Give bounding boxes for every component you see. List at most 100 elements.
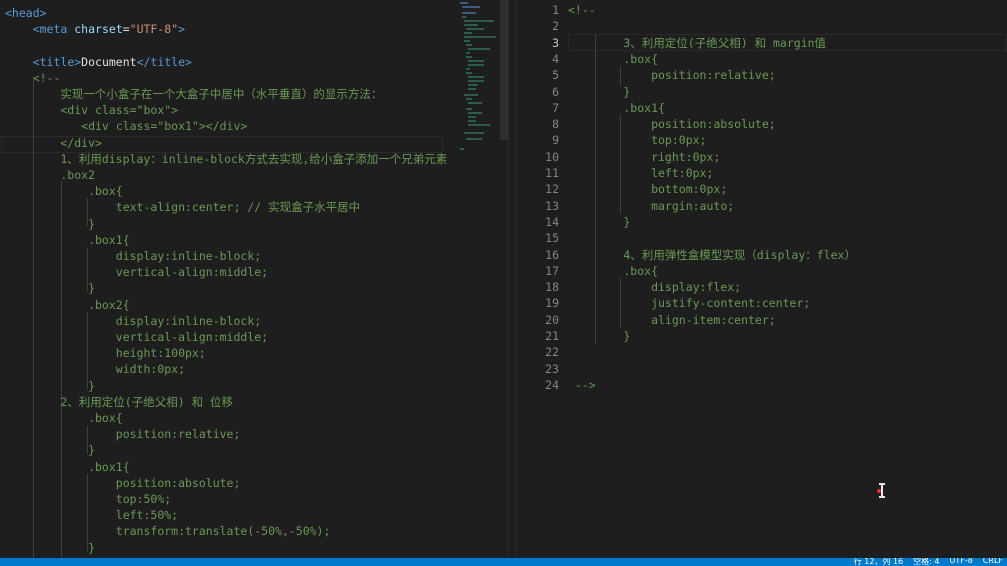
code-token: }: [5, 378, 96, 393]
code-line[interactable]: display:inline-block;: [0, 248, 508, 264]
code-line[interactable]: vertical-align:middle;: [0, 264, 508, 280]
code-token: vertical-align:middle;: [5, 330, 269, 344]
status-bar: 行 12，列 16 空格: 4 UTF-8 CRLF: [0, 558, 1007, 566]
code-text: <!--: [568, 3, 596, 17]
code-line[interactable]: .box1{: [0, 459, 508, 475]
code-line[interactable]: display:inline-block;: [0, 313, 508, 329]
left-editor-pane[interactable]: <head> <meta charset="UTF-8"> <title>Doc…: [0, 0, 508, 558]
code-token: <head>: [5, 6, 47, 20]
code-line[interactable]: margin:auto;: [517, 198, 1007, 214]
code-token: .box1{: [5, 459, 130, 474]
code-line[interactable]: <head>: [0, 5, 508, 21]
code-token: <div class="box">: [5, 103, 179, 118]
code-line[interactable]: left:50%;: [0, 507, 508, 523]
code-line[interactable]: </div>: [0, 135, 508, 151]
code-token: </title>: [136, 54, 192, 69]
code-text: height:100px;: [5, 345, 206, 361]
editor-split-divider[interactable]: [508, 0, 517, 558]
code-text: }: [5, 280, 95, 296]
code-line[interactable]: <!--: [517, 2, 1007, 18]
code-line[interactable]: }: [0, 378, 508, 394]
code-line[interactable]: width:0px;: [0, 361, 508, 377]
code-line[interactable]: [517, 18, 1007, 34]
code-line[interactable]: .box{: [0, 410, 508, 426]
code-line[interactable]: position:relative;: [0, 426, 508, 442]
code-line[interactable]: .box{: [517, 263, 1007, 279]
code-line[interactable]: 3、利用定位(子绝父相) 和 margin值: [517, 35, 1007, 51]
code-text: .box{: [568, 51, 659, 66]
code-line[interactable]: position:relative;: [517, 67, 1007, 83]
code-line[interactable]: .box1{: [517, 100, 1007, 116]
code-line[interactable]: 4、利用弹性盒模型实现（display：flex）: [517, 247, 1007, 263]
code-line[interactable]: right:0px;: [517, 149, 1007, 165]
code-token: 实现一个小盒子在一个大盒子中居中（水平垂直）的显示方法：: [5, 87, 383, 101]
scrollbar-thumb[interactable]: [500, 0, 508, 140]
code-line[interactable]: [517, 361, 1007, 377]
code-line[interactable]: }: [517, 328, 1007, 344]
code-line[interactable]: }: [0, 280, 508, 296]
code-line[interactable]: text-align:center; // 实现盒子水平居中: [0, 199, 508, 215]
status-cursor-position[interactable]: 行 12，列 16: [854, 558, 903, 566]
code-token: 1、利用display：inline-block方式去实现,给小盒子添加一个兄弟…: [5, 151, 448, 166]
code-line[interactable]: [0, 37, 508, 53]
code-line[interactable]: <!--: [0, 70, 508, 86]
code-line[interactable]: position:absolute;: [0, 475, 508, 491]
code-line[interactable]: align-item:center;: [517, 312, 1007, 328]
code-line[interactable]: }: [0, 540, 508, 556]
code-line[interactable]: }: [0, 442, 508, 458]
code-text: 4、利用弹性盒模型实现（display：flex）: [568, 247, 856, 262]
code-token: position:relative;: [5, 427, 241, 442]
status-indentation[interactable]: 空格: 4: [913, 558, 939, 566]
code-line[interactable]: display:flex;: [517, 279, 1007, 295]
code-line[interactable]: 2、利用定位(子绝父相) 和 位移: [0, 394, 508, 410]
code-text: vertical-align:middle;: [5, 329, 268, 345]
code-line[interactable]: [517, 230, 1007, 246]
code-line[interactable]: <div class="box">: [0, 102, 508, 118]
code-token: text-align:center; // 实现盒子水平居中: [5, 200, 361, 215]
code-line[interactable]: vertical-align:middle;: [0, 329, 508, 345]
code-token: }: [5, 216, 96, 231]
code-line[interactable]: .box{: [0, 183, 508, 199]
right-editor-pane[interactable]: 1 <!-- 2 3 3、利用定位(子绝父相) 和 margin值 4 .box{5 p…: [517, 0, 1007, 558]
code-text: -->: [568, 377, 596, 392]
code-token: position:absolute;: [5, 475, 241, 490]
code-line[interactable]: top:50%;: [0, 491, 508, 507]
code-line[interactable]: top:0px;: [517, 132, 1007, 148]
code-line[interactable]: left:0px;: [517, 165, 1007, 181]
code-line[interactable]: <meta charset="UTF-8">: [0, 21, 508, 37]
code-token: </div>: [5, 135, 102, 150]
code-token: 2、利用定位(子绝父相) 和 位移: [5, 394, 234, 409]
code-token: "UTF-8": [129, 22, 179, 37]
code-line[interactable]: bottom:0px;: [517, 181, 1007, 197]
code-text: transform:translate(-50%,-50%);: [5, 523, 331, 539]
status-line-ending[interactable]: CRLF: [983, 558, 1003, 566]
vertical-scrollbar[interactable]: [500, 0, 508, 558]
code-line[interactable]: <div class="box1"></div>: [0, 118, 508, 134]
code-line[interactable]: .box{: [517, 51, 1007, 67]
code-token: .box1{: [5, 232, 130, 247]
code-text: position:absolute;: [568, 117, 776, 132]
code-line[interactable]: height:100px;: [0, 345, 508, 361]
editor-area: <head> <meta charset="UTF-8"> <title>Doc…: [0, 0, 1007, 558]
code-text: left:50%;: [5, 507, 178, 523]
code-line[interactable]: }: [517, 84, 1007, 100]
code-line[interactable]: .box1{: [0, 232, 508, 248]
code-line[interactable]: 1、利用display：inline-block方式去实现,给小盒子添加一个兄弟…: [0, 151, 508, 167]
code-line[interactable]: 实现一个小盒子在一个大盒子中居中（水平垂直）的显示方法：: [0, 86, 508, 102]
code-text: }: [5, 216, 95, 232]
code-line[interactable]: justify-content:center;: [517, 295, 1007, 311]
minimap[interactable]: [458, 0, 498, 160]
code-line[interactable]: transform:translate(-50%,-50%);: [0, 523, 508, 539]
code-line[interactable]: position:absolute;: [517, 116, 1007, 132]
status-encoding[interactable]: UTF-8: [949, 558, 972, 566]
code-line[interactable]: .box2: [0, 167, 508, 183]
code-text: <title>Document</title>: [5, 54, 192, 70]
code-line[interactable]: [517, 344, 1007, 360]
code-line[interactable]: }: [0, 216, 508, 232]
code-text: }: [5, 442, 95, 458]
code-line[interactable]: }: [517, 214, 1007, 230]
code-line[interactable]: -->: [517, 377, 1007, 393]
code-line[interactable]: .box2{: [0, 297, 508, 313]
code-line[interactable]: <title>Document</title>: [0, 54, 508, 70]
